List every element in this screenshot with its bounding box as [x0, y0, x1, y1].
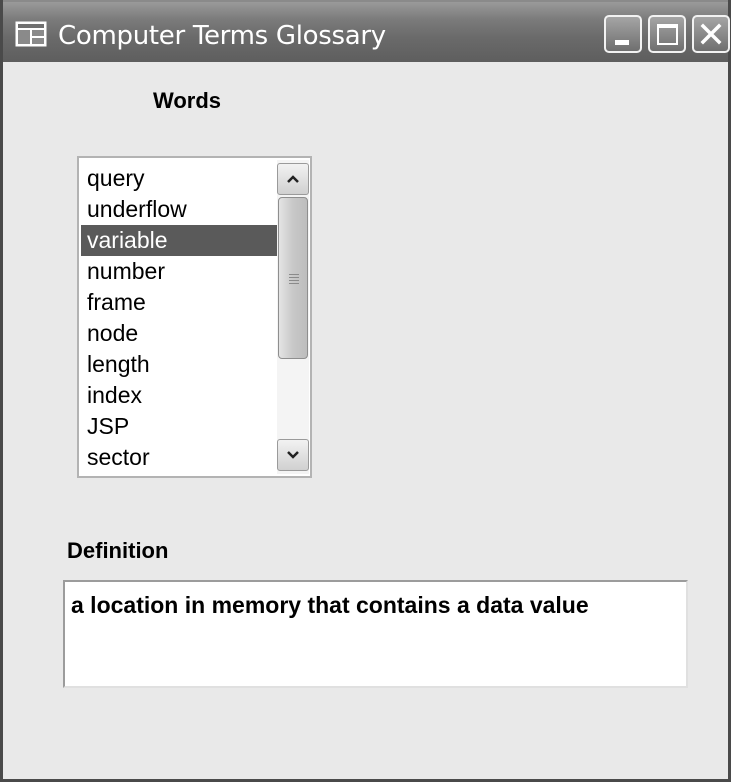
- title-bar[interactable]: Computer Terms Glossary: [3, 0, 730, 62]
- application-window-icon[interactable]: [15, 21, 47, 47]
- list-item[interactable]: frame: [81, 287, 277, 318]
- maximize-button[interactable]: [648, 15, 686, 53]
- scroll-thumb[interactable]: [278, 197, 308, 359]
- list-item[interactable]: query: [81, 163, 277, 194]
- maximize-icon: [657, 24, 678, 45]
- close-icon: [700, 23, 722, 45]
- grip-line: [289, 274, 299, 275]
- list-item[interactable]: JSP: [81, 411, 277, 442]
- words-list: query underflow variable number frame no…: [81, 163, 277, 473]
- list-item[interactable]: index: [81, 380, 277, 411]
- list-item-selected[interactable]: variable: [81, 225, 277, 256]
- chevron-down-icon: [287, 451, 299, 459]
- vertical-scrollbar[interactable]: [277, 160, 309, 474]
- definition-text: a location in memory that contains a dat…: [71, 592, 589, 618]
- words-listbox[interactable]: query underflow variable number frame no…: [77, 156, 312, 478]
- scroll-down-button[interactable]: [277, 439, 309, 471]
- glossary-window: Computer Terms Glossary Words query unde…: [0, 0, 731, 782]
- grip-line: [289, 283, 299, 284]
- grip-line: [289, 277, 299, 278]
- chevron-up-icon: [287, 175, 299, 183]
- definition-textbox[interactable]: a location in memory that contains a dat…: [63, 580, 688, 688]
- minimize-button[interactable]: [604, 15, 642, 53]
- list-item[interactable]: length: [81, 349, 277, 380]
- list-item[interactable]: node: [81, 318, 277, 349]
- window-title: Computer Terms Glossary: [58, 21, 386, 51]
- close-button[interactable]: [692, 15, 730, 53]
- definition-label: Definition: [67, 538, 169, 563]
- list-item[interactable]: number: [81, 256, 277, 287]
- grip-line: [289, 280, 299, 281]
- list-item[interactable]: underflow: [81, 194, 277, 225]
- minimize-icon: [615, 40, 629, 45]
- list-item[interactable]: sector: [81, 442, 277, 473]
- words-label: Words: [153, 88, 222, 113]
- scroll-up-button[interactable]: [277, 163, 309, 195]
